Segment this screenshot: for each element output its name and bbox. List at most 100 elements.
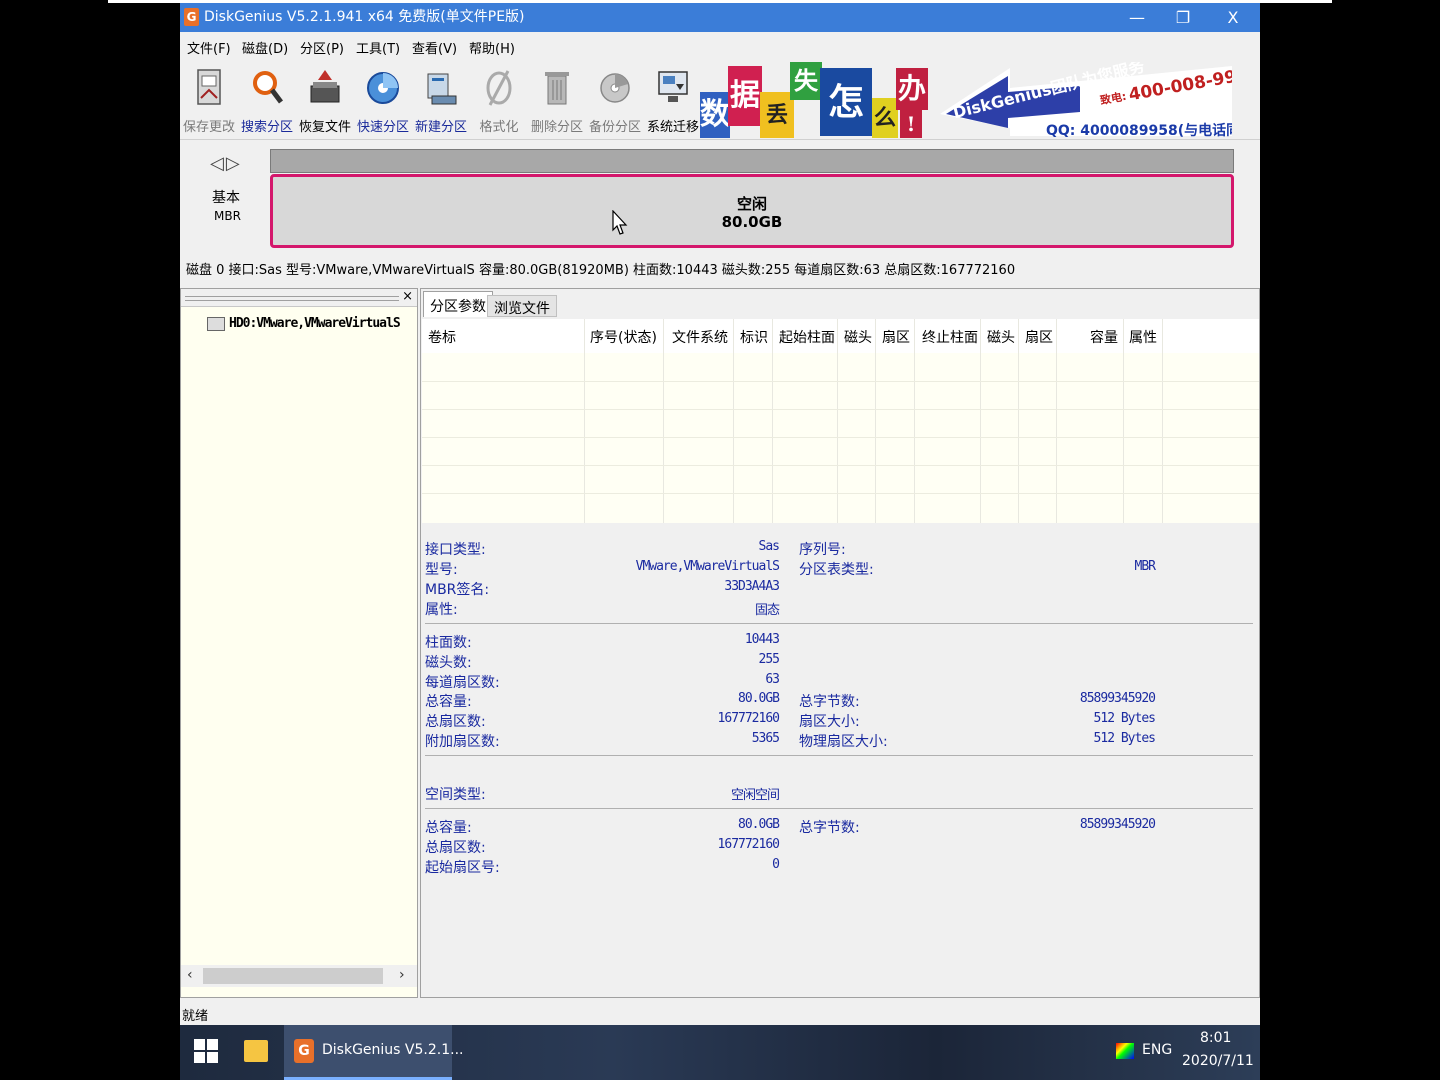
system-migrate-icon <box>658 71 688 102</box>
menu-partition[interactable]: 分区(P) <box>300 38 344 57</box>
system-migrate-button[interactable]: 系统迁移 <box>644 64 702 138</box>
clock-time[interactable]: 8:01 <box>1200 1030 1231 1046</box>
separator <box>425 623 1253 624</box>
partition-table: 卷标 序号(状态) 文件系统 标识 起始柱面 磁头 扇区 终止柱面 磁头 扇区 … <box>422 319 1259 523</box>
minimize-button[interactable]: — <box>1114 3 1160 32</box>
prop-value: 512 Bytes <box>1093 731 1156 746</box>
col-volume-label[interactable]: 卷标 <box>428 327 456 347</box>
banner-tile: 丢 <box>760 92 794 138</box>
color-tray-icon[interactable] <box>1116 1043 1134 1059</box>
prop-label: 磁头数: <box>425 655 472 671</box>
horizontal-scrollbar[interactable]: ‹ › <box>181 965 417 987</box>
scroll-right-icon[interactable]: › <box>399 967 405 983</box>
col-end-head[interactable]: 磁头 <box>987 327 1015 347</box>
prop-label: 起始扇区号: <box>425 860 500 876</box>
col-start-cyl[interactable]: 起始柱面 <box>779 327 835 347</box>
prop-value: Sas <box>758 539 781 554</box>
quick-partition-icon <box>367 72 399 104</box>
col-start-head[interactable]: 磁头 <box>844 327 872 347</box>
taskbar-diskgenius[interactable]: G DiskGenius V5.2.1... <box>284 1025 463 1080</box>
separator <box>425 755 1253 756</box>
col-start-sector[interactable]: 扇区 <box>882 327 910 347</box>
prop-label: 空间类型: <box>425 787 486 803</box>
prop-label: 总扇区数: <box>425 840 486 856</box>
restore-button[interactable]: ❐ <box>1160 3 1206 32</box>
close-pane-icon[interactable]: × <box>402 289 413 304</box>
col-end-cyl[interactable]: 终止柱面 <box>922 327 978 347</box>
toolbar: 保存更改 搜索分区 恢复文件 快速分区 新建分区 格式化 删除分区 备份分区 系… <box>180 60 1260 140</box>
status-bar: 就绪 <box>180 1001 1260 1025</box>
separator <box>425 808 1253 809</box>
hard-disk-icon <box>207 316 225 331</box>
menu-bar: 文件(F) 磁盘(D) 分区(P) 工具(T) 查看(V) 帮助(H) <box>180 32 1260 60</box>
menu-help[interactable]: 帮助(H) <box>469 38 515 57</box>
clock-date[interactable]: 2020/7/11 <box>1182 1053 1254 1069</box>
free-space-partition[interactable]: 空闲 80.0GB <box>270 174 1234 248</box>
disk-map: ◁▷ 基本 MBR 空闲 80.0GB <box>180 141 1260 253</box>
quick-partition-button[interactable]: 快速分区 <box>354 64 412 138</box>
tree-item-hd0[interactable]: HD0:VMware,VMwareVirtualS <box>191 316 401 331</box>
col-id[interactable]: 标识 <box>740 327 768 347</box>
format-button[interactable]: 格式化 <box>470 64 528 138</box>
delete-partition-button[interactable]: 删除分区 <box>528 64 586 138</box>
menu-file[interactable]: 文件(F) <box>187 38 231 57</box>
prop-label: 序列号: <box>799 542 846 558</box>
details-pane: 分区参数 浏览文件 卷标 序号(状态) 文件系统 标识 起始柱面 磁头 扇区 终… <box>420 288 1260 998</box>
toolbar-label: 保存更改 <box>182 120 235 135</box>
prop-value: 85899345920 <box>1079 691 1156 706</box>
col-attributes[interactable]: 属性 <box>1129 327 1157 347</box>
disk-info-line: 磁盘 0 接口:Sas 型号:VMware,VMwareVirtualS 容量:… <box>186 263 1016 278</box>
tab-partition-params[interactable]: 分区参数 <box>423 291 493 317</box>
windows-start-icon[interactable] <box>194 1039 218 1063</box>
tab-browse-files[interactable]: 浏览文件 <box>487 295 557 317</box>
prop-value: 255 <box>758 652 781 667</box>
toolbar-label: 搜索分区 <box>240 120 293 135</box>
col-capacity[interactable]: 容量 <box>1090 327 1118 347</box>
banner-tile: 失 <box>790 62 822 100</box>
save-changes-button[interactable]: 保存更改 <box>180 64 238 138</box>
prop-value: 85899345920 <box>1079 817 1156 832</box>
col-filesystem[interactable]: 文件系统 <box>672 327 728 347</box>
prop-value: 0 <box>772 857 780 872</box>
prop-label: 附加扇区数: <box>425 734 500 750</box>
device-tree-pane: × HD0:VMware,VMwareVirtualS ‹ › <box>180 288 418 998</box>
prop-label: 分区表类型: <box>799 562 874 578</box>
toolbar-label: 恢复文件 <box>298 120 351 135</box>
app-logo-icon: G <box>184 8 199 26</box>
scroll-left-icon[interactable]: ‹ <box>187 967 193 983</box>
col-index[interactable]: 序号(状态) <box>590 327 657 347</box>
prop-label: 扇区大小: <box>799 714 860 730</box>
ad-banner[interactable]: 数 据 丢 失 怎 么 办 ! DiskGenius团队为您服务 致电: 400… <box>700 62 1232 140</box>
file-explorer-icon[interactable] <box>244 1040 268 1062</box>
prop-label: 物理扇区大小: <box>799 734 888 750</box>
disk-nav-arrows[interactable]: ◁▷ <box>210 153 242 174</box>
scroll-thumb[interactable] <box>203 968 383 984</box>
prop-value: MBR <box>1134 559 1157 574</box>
menu-view[interactable]: 查看(V) <box>412 38 457 57</box>
disk-bar <box>270 149 1234 173</box>
banner-tile: 办 <box>896 68 928 110</box>
prop-label: 总容量: <box>425 694 472 710</box>
menu-tools[interactable]: 工具(T) <box>356 38 400 57</box>
toolbar-label: 新建分区 <box>414 120 467 135</box>
disk-properties: 接口类型: Sas 序列号: 型号: VMware,VMwareVirtualS… <box>421 525 1259 995</box>
prop-label: 总字节数: <box>799 694 860 710</box>
search-partition-button[interactable]: 搜索分区 <box>238 64 296 138</box>
backup-partition-button[interactable]: 备份分区 <box>586 64 644 138</box>
diskgenius-window: G DiskGenius V5.2.1.941 x64 免费版(单文件PE版) … <box>180 3 1260 1025</box>
col-end-sector[interactable]: 扇区 <box>1025 327 1053 347</box>
new-partition-button[interactable]: 新建分区 <box>412 64 470 138</box>
tree-item-label: HD0:VMware,VMwareVirtualS <box>229 316 401 331</box>
format-icon <box>486 70 512 106</box>
prop-label: 总容量: <box>425 820 472 836</box>
prop-label: 每道扇区数: <box>425 675 500 691</box>
prop-value: 80.0GB <box>738 691 780 706</box>
recover-files-button[interactable]: 恢复文件 <box>296 64 354 138</box>
diskgenius-app-icon: G <box>294 1039 314 1063</box>
close-button[interactable]: X <box>1210 3 1256 32</box>
prop-label: 接口类型: <box>425 542 486 558</box>
grip-lines <box>185 296 399 301</box>
language-indicator[interactable]: ENG <box>1142 1042 1172 1058</box>
menu-disk[interactable]: 磁盘(D) <box>242 38 288 57</box>
table-header: 卷标 序号(状态) 文件系统 标识 起始柱面 磁头 扇区 终止柱面 磁头 扇区 … <box>422 319 1259 353</box>
